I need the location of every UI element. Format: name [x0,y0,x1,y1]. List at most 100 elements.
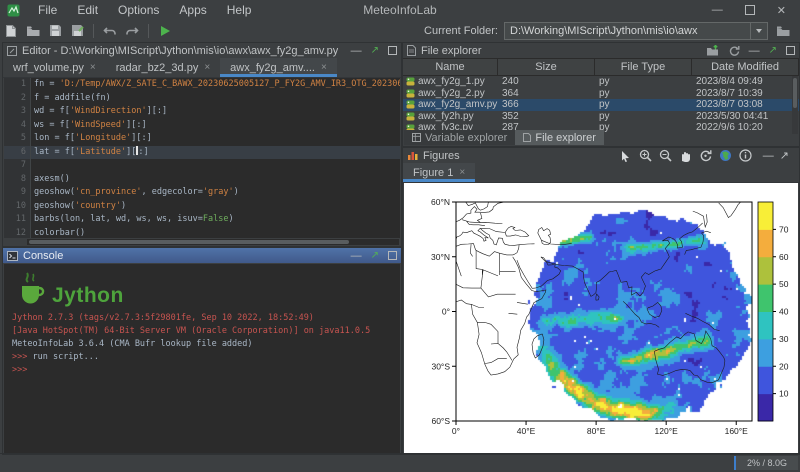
run-script-button[interactable] [154,22,176,40]
figure-tab-label: Figure 1 [413,167,453,179]
code-editor[interactable]: 1fn = 'D:/Temp/AWX/Z_SATE_C_BAWX_2023062… [4,78,400,238]
code-line[interactable]: 8axesm() [4,173,400,187]
file-row[interactable]: awx_fy2h.py352py2023/5/30 04:41 [403,111,799,123]
folder-up-icon[interactable] [706,45,719,56]
panel-maximize-icon[interactable] [786,46,795,55]
line-number: 11 [4,213,31,227]
file-row[interactable]: awx_fy2g_2.py364py2023/8/7 10:39 [403,88,799,100]
file-row[interactable]: awx_fy2g_amv.py366py2023/8/7 03:08 [403,99,799,111]
panel-minimize-icon[interactable]: — [351,251,362,261]
line-number: 1 [4,78,31,92]
tab-close-icon[interactable]: × [459,167,465,178]
colorbar-band [758,229,773,257]
save-as-button[interactable] [66,22,88,40]
file-modified: 2023/8/7 10:39 [692,88,799,100]
code-line[interactable]: 6lat = f['Latitude'][:] [4,146,400,160]
tab-variable-explorer[interactable]: Variable explorer [404,130,515,145]
code-line[interactable]: 4ws = f['WindSpeed'][:] [4,119,400,133]
menu-options[interactable]: Options [108,1,169,19]
menu-help[interactable]: Help [217,1,262,19]
panel-minimize-icon[interactable]: — [749,46,760,56]
window-minimize-button[interactable]: — [712,4,723,16]
combo-dropdown-button[interactable] [750,23,767,39]
code-line[interactable]: 5lon = f['Longitude'][:] [4,132,400,146]
menu-edit[interactable]: Edit [67,1,108,19]
save-button[interactable] [44,22,66,40]
code-line[interactable]: 12colorbar() [4,227,400,239]
scrollbar-thumb[interactable] [29,240,349,244]
file-row[interactable]: awx_fy2g_1.py240py2023/8/4 09:49 [403,76,799,88]
tab-close-icon[interactable]: × [321,62,327,73]
code-text: geoshow('country') [31,200,126,214]
code-line[interactable]: 3wd = f['WindDirection'][:] [4,105,400,119]
file-list-scrollbar[interactable] [792,76,798,134]
editor-icon [7,46,17,56]
python-file-icon [406,77,415,86]
panel-float-icon[interactable]: ↗ [769,46,777,56]
editor-tab-label: wrf_volume.py [13,62,84,74]
current-folder-combobox[interactable]: D:\Working\MIScript\Jython\mis\io\awx [504,22,768,40]
globe-tool-icon[interactable] [719,149,733,163]
rotate-tool-icon[interactable] [699,149,713,163]
code-text [31,159,34,173]
editor-horizontal-scrollbar[interactable] [27,239,399,245]
pointer-tool-icon[interactable] [619,149,633,163]
column-header-file-type[interactable]: File Type [595,59,692,75]
pan-tool-icon[interactable] [679,149,693,163]
code-text: lat = f['Latitude'][:] [31,146,149,160]
new-file-button[interactable] [0,22,22,40]
editor-tab-label: radar_bz2_3d.py [116,62,199,74]
code-line[interactable]: 11barbs(lon, lat, wd, ws, ws, isuv=False… [4,213,400,227]
y-tick-label: 60°N [431,197,450,207]
console-line: >>> [12,364,396,377]
figure-tab[interactable]: Figure 1 × [403,163,475,182]
panel-maximize-icon[interactable] [388,251,397,260]
file-size: 364 [498,88,595,100]
panel-minimize-icon[interactable]: — [351,46,362,56]
open-folder-button[interactable] [22,22,44,40]
panel-maximize-icon[interactable] [388,46,397,55]
python-file-icon [406,112,415,121]
menu-apps[interactable]: Apps [169,1,216,19]
undo-button[interactable] [99,22,121,40]
zoom-in-tool-icon[interactable] [639,149,653,163]
column-header-name[interactable]: Name [403,59,498,75]
code-line[interactable]: 9geoshow('cn_province', edgecolor='gray'… [4,186,400,200]
redo-button[interactable] [121,22,143,40]
tab-file-explorer[interactable]: File explorer [515,130,604,145]
panel-float-icon[interactable]: ↗ [780,149,789,162]
variable-explorer-icon [412,133,421,142]
editor-tab[interactable]: wrf_volume.py × [3,58,106,77]
editor-tab[interactable]: radar_bz2_3d.py × [106,58,220,77]
info-tool-icon[interactable] [739,149,753,163]
window-controls: — ✕ [712,4,800,17]
code-text: axesm() [31,173,70,187]
refresh-icon[interactable] [728,45,740,57]
panel-float-icon[interactable]: ↗ [371,251,379,261]
code-line[interactable]: 10geoshow('country') [4,200,400,214]
console-line: Jython 2.7.3 (tags/v2.7.3:5f29801fe, Sep… [12,312,396,325]
console-output[interactable]: Jython Jython 2.7.3 (tags/v2.7.3:5f29801… [4,264,400,453]
menu-file[interactable]: File [28,1,67,19]
column-header-date-modified[interactable]: Date Modified [692,59,799,75]
code-line[interactable]: 7 [4,159,400,173]
scrollbar-thumb[interactable] [793,78,797,108]
panel-float-icon[interactable]: ↗ [371,46,379,56]
window-close-button[interactable]: ✕ [777,4,786,17]
zoom-out-tool-icon[interactable] [659,149,673,163]
coastlines [456,202,741,383]
tab-close-icon[interactable]: × [204,62,210,73]
column-header-size[interactable]: Size [498,59,595,75]
editor-tab[interactable]: awx_fy2g_amv....× [220,58,337,77]
code-text: ws = f['WindSpeed'][:] [31,119,147,133]
console-line: >>> run script... [12,351,396,364]
panel-minimize-icon[interactable]: — [763,150,774,162]
window-maximize-button[interactable] [745,5,755,15]
file-explorer-panel: File explorer — ↗ NameSizeFile TypeDate … [402,42,800,147]
file-table-header[interactable]: NameSizeFile TypeDate Modified [403,58,799,76]
figure-canvas[interactable]: 0°40°E80°E120°E160°E60°N30°N0°30°S60°S10… [404,183,798,453]
tab-close-icon[interactable]: × [90,62,96,73]
code-line[interactable]: 2f = addfile(fn) [4,92,400,106]
code-line[interactable]: 1fn = 'D:/Temp/AWX/Z_SATE_C_BAWX_2023062… [4,78,400,92]
browse-folder-button[interactable] [772,22,794,40]
